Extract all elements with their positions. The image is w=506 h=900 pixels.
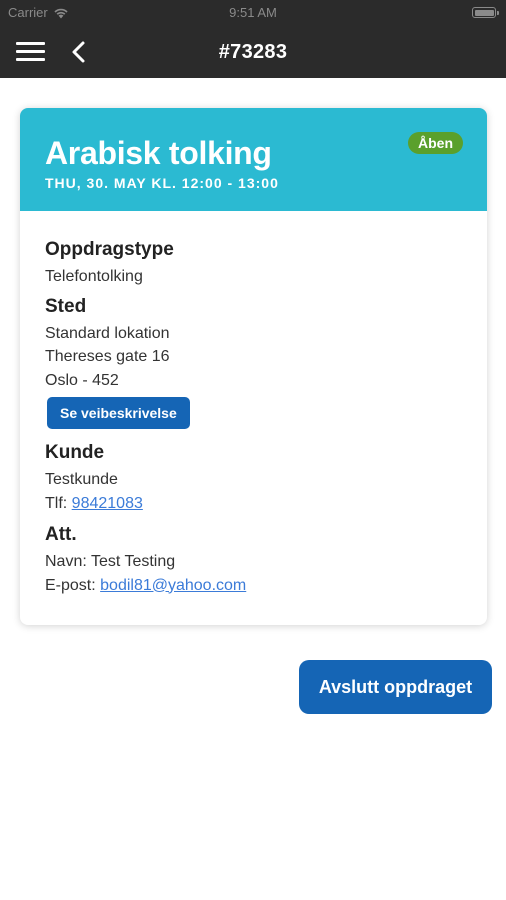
directions-button[interactable]: Se veibeskrivelse <box>47 397 190 429</box>
assignment-date: THU, 30. MAY KL. 12:00 - 13:00 <box>45 175 279 191</box>
battery-icon <box>472 7 499 18</box>
location-city: Oslo - 452 <box>45 371 119 389</box>
location-heading: Sted <box>45 295 87 317</box>
att-email-row: E-post: bodil81@yahoo.com <box>45 574 467 598</box>
clock: 9:51 AM <box>229 5 277 20</box>
assignment-card: Arabisk tolking THU, 30. MAY KL. 12:00 -… <box>20 108 487 625</box>
location-name: Standard lokation <box>45 324 170 342</box>
page-title: #73283 <box>218 41 288 63</box>
customer-name: Testkunde <box>45 471 118 488</box>
assignment-type-section: Oppdragstype Telefontolking <box>45 238 467 289</box>
email-link[interactable]: bodil81@yahoo.com <box>100 577 246 594</box>
att-name-row: Navn: Test Testing <box>45 550 467 574</box>
navigation-bar: #73283 <box>0 26 506 78</box>
att-section: Att. Navn: Test Testing E-post: bodil81@… <box>45 523 467 597</box>
card-header: Arabisk tolking THU, 30. MAY KL. 12:00 -… <box>20 108 487 211</box>
assignment-title: Arabisk tolking <box>45 135 272 171</box>
phone-label: Tlf: <box>45 494 68 512</box>
location-street: Thereses gate 16 <box>45 348 170 365</box>
status-badge: Åben <box>408 132 463 154</box>
customer-heading: Kunde <box>45 442 105 463</box>
status-bar: Carrier 9:51 AM <box>0 0 506 26</box>
card-body: Oppdragstype Telefontolking Sted Standar… <box>45 238 467 603</box>
customer-phone-row: Tlf: 98421083 <box>45 492 467 516</box>
att-name-label: Navn: <box>45 553 87 570</box>
assignment-type-value: Telefontolking <box>45 268 143 285</box>
finish-assignment-button[interactable]: Avslutt oppdraget <box>299 660 492 714</box>
att-name-value: Test Testing <box>90 553 176 570</box>
location-section: Sted Standard lokation Thereses gate 16 … <box>45 295 467 429</box>
att-email-label: E-post: <box>45 576 96 594</box>
phone-link[interactable]: 98421083 <box>72 495 143 512</box>
att-heading: Att. <box>45 524 77 545</box>
assignment-type-heading: Oppdragstype <box>45 239 174 260</box>
customer-section: Kunde Testkunde Tlf: 98421083 <box>45 441 467 515</box>
